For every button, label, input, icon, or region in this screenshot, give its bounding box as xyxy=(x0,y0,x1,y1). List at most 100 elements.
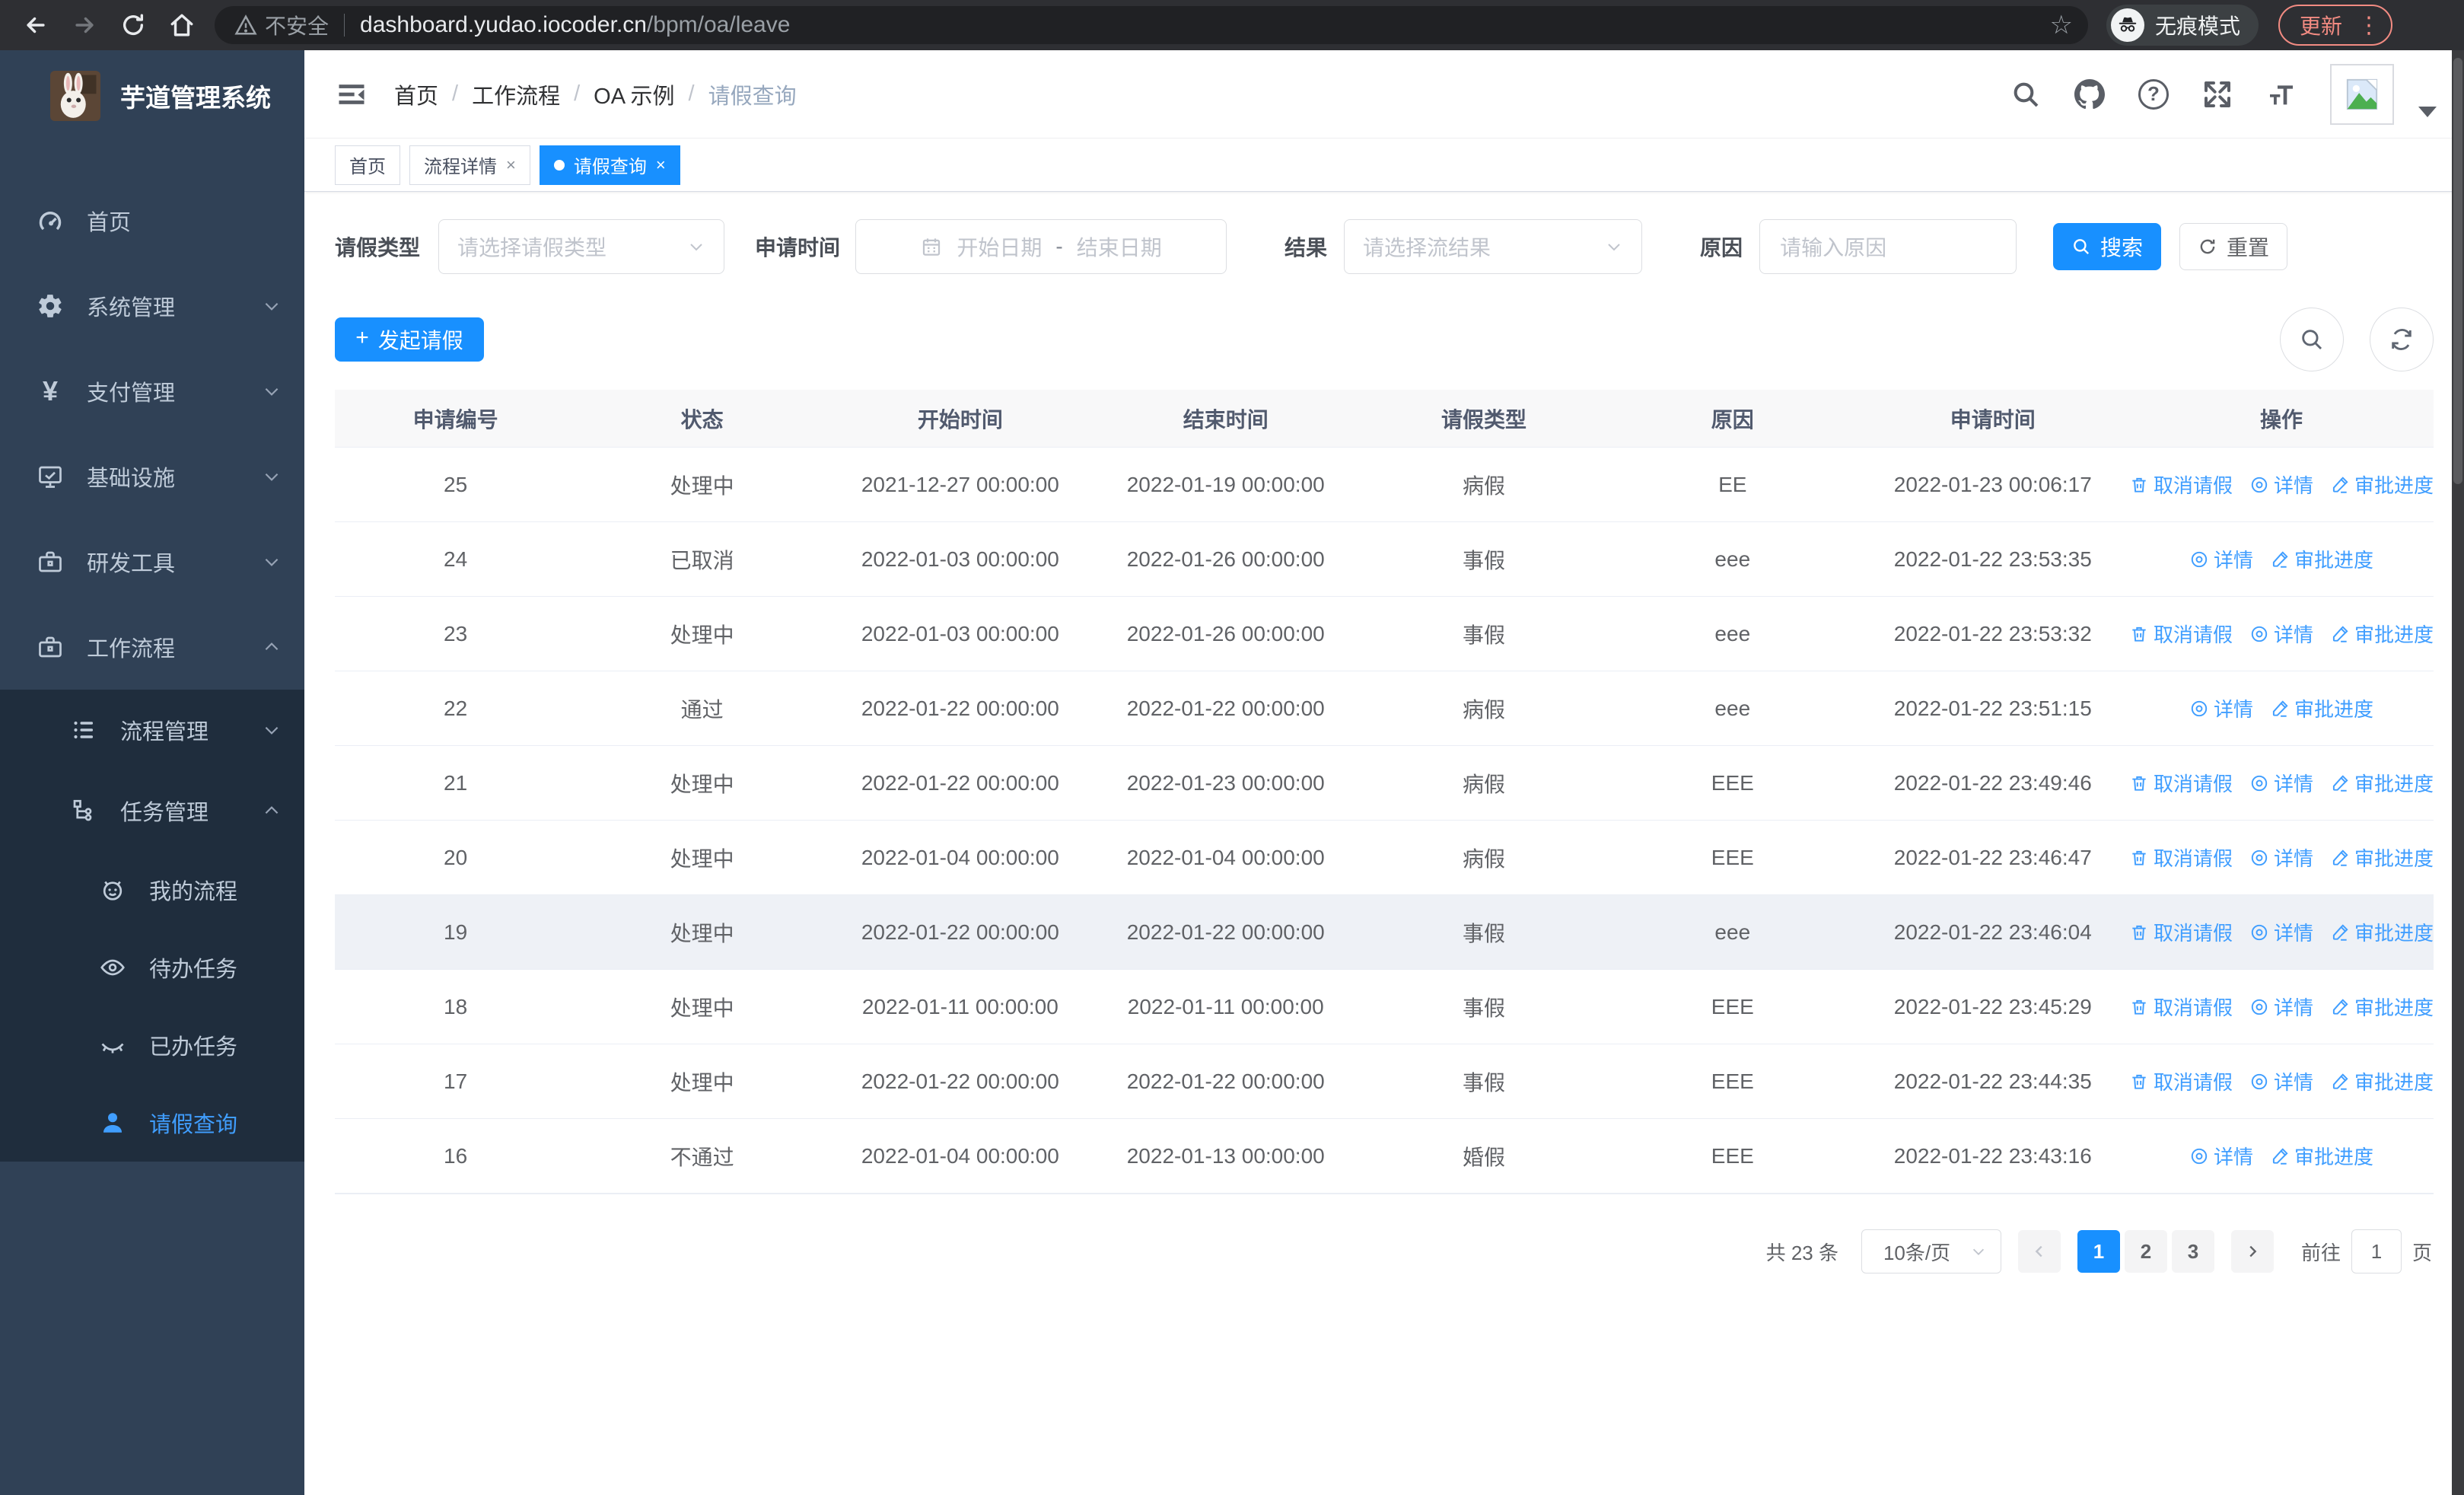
create-leave-button[interactable]: + 发起请假 xyxy=(335,317,484,362)
leave-type-select[interactable]: 请选择请假类型 xyxy=(438,219,725,274)
detail-action-link[interactable]: 详情 xyxy=(2249,1067,2313,1095)
detail-action-link[interactable]: 详情 xyxy=(2249,993,2313,1021)
tab-home[interactable]: 首页 xyxy=(335,145,400,185)
sidebar-item-workflow[interactable]: 工作流程 xyxy=(0,604,304,690)
close-icon[interactable]: × xyxy=(506,155,516,175)
scrollbar-thumb[interactable] xyxy=(2453,58,2462,484)
table-cell: 2022-01-11 00:00:00 xyxy=(1127,994,1324,1018)
workflow-submenu: 流程管理 任务管理 我的流程 待办任务 已办任务 请假查询 xyxy=(0,690,304,1162)
sidebar-item-process-mgmt[interactable]: 流程管理 xyxy=(0,690,304,770)
progress-action-link[interactable]: 审批进度 xyxy=(2330,470,2434,499)
table-cell: 2022-01-19 00:00:00 xyxy=(1126,472,1325,496)
close-icon[interactable]: × xyxy=(656,155,666,175)
chevron-down-icon[interactable] xyxy=(2418,106,2437,117)
breadcrumb-oa[interactable]: OA 示例 xyxy=(594,78,674,110)
table-cell: 处理中 xyxy=(670,623,734,647)
detail-action-link[interactable]: 详情 xyxy=(2249,620,2313,648)
fullscreen-icon[interactable] xyxy=(2202,79,2233,110)
tab-leave-query[interactable]: 请假查询 × xyxy=(539,145,680,185)
cancel-action-link[interactable]: 取消请假 xyxy=(2129,843,2233,872)
trash-icon xyxy=(2132,999,2146,1015)
cancel-action-link[interactable]: 取消请假 xyxy=(2129,918,2233,946)
sidebar-toggle-icon[interactable] xyxy=(335,78,368,111)
sidebar-item-pay[interactable]: ¥ 支付管理 xyxy=(0,349,304,434)
cancel-action-link[interactable]: 取消请假 xyxy=(2129,470,2233,499)
progress-action-link[interactable]: 审批进度 xyxy=(2330,993,2434,1021)
detail-action-link[interactable]: 详情 xyxy=(2249,843,2313,872)
breadcrumb-home[interactable]: 首页 xyxy=(394,78,438,110)
progress-action-link[interactable]: 审批进度 xyxy=(2270,694,2373,722)
cancel-action-link[interactable]: 取消请假 xyxy=(2129,769,2233,797)
prev-page-button[interactable] xyxy=(2017,1230,2061,1273)
progress-action-link[interactable]: 审批进度 xyxy=(2330,1067,2434,1095)
sidebar-item-infra[interactable]: 基础设施 xyxy=(0,434,304,519)
detail-action-link[interactable]: 详情 xyxy=(2189,545,2253,573)
table-row: 16 不通过 2022-01-04 00:00:00 2022-01-13 00:00… xyxy=(335,1119,2434,1194)
breadcrumb-workflow[interactable]: 工作流程 xyxy=(472,78,560,110)
sidebar-item-done-tasks[interactable]: 已办任务 xyxy=(0,1006,304,1084)
detail-action-link[interactable]: 详情 xyxy=(2249,470,2313,499)
browser-reload-button[interactable] xyxy=(111,3,155,47)
sidebar-item-my-process[interactable]: 我的流程 xyxy=(0,851,304,929)
pagination-goto: 前往 1 页 xyxy=(2301,1229,2432,1273)
browser-menu-dots-icon[interactable]: ⋮ xyxy=(2357,12,2380,39)
table-row: 19 处理中 2022-01-22 00:00:00 2022-01-22 00:00… xyxy=(335,895,2434,970)
page-button-2[interactable]: 2 xyxy=(2124,1230,2167,1273)
progress-action-link[interactable]: 审批进度 xyxy=(2330,843,2434,872)
goto-page-input[interactable]: 1 xyxy=(2351,1229,2402,1273)
sidebar-item-home[interactable]: 首页 xyxy=(0,178,304,263)
address-bar[interactable]: 不安全 dashboard.yudao.iocoder.cn/bpm/oa/le… xyxy=(215,6,2088,44)
progress-action-link[interactable]: 审批进度 xyxy=(2330,769,2434,797)
help-icon[interactable]: ? xyxy=(2138,78,2169,110)
table-cell: eee xyxy=(1714,920,1751,944)
avatar[interactable] xyxy=(2330,63,2394,125)
table-cell: EEE xyxy=(1711,994,1754,1018)
progress-action-link[interactable]: 审批进度 xyxy=(2270,1142,2373,1170)
cancel-action-link[interactable]: 取消请假 xyxy=(2129,993,2233,1021)
cancel-action-link[interactable]: 取消请假 xyxy=(2129,1067,2233,1095)
view-icon xyxy=(2251,477,2268,492)
search-icon[interactable] xyxy=(2010,79,2041,110)
site-security-warning[interactable]: 不安全 xyxy=(234,10,329,40)
detail-action-link[interactable]: 详情 xyxy=(2189,1142,2253,1170)
browser-update-button[interactable]: 更新 ⋮ xyxy=(2278,5,2393,46)
refresh-table-button[interactable] xyxy=(2370,308,2434,371)
page-button-3[interactable]: 3 xyxy=(2171,1230,2214,1273)
browser-home-button[interactable] xyxy=(160,3,204,47)
sidebar-item-system[interactable]: 系统管理 xyxy=(0,263,304,349)
table-cell: 2022-01-22 23:51:15 xyxy=(1893,696,2092,720)
sidebar-item-todo-tasks[interactable]: 待办任务 xyxy=(0,929,304,1006)
bookmark-star-icon[interactable]: ☆ xyxy=(2050,10,2073,40)
chevron-down-icon xyxy=(1970,1243,1987,1260)
browser-forward-button[interactable] xyxy=(62,3,107,47)
detail-action-link[interactable]: 详情 xyxy=(2249,918,2313,946)
table-cell: 2022-01-11 00:00:00 xyxy=(861,994,1059,1018)
search-button[interactable]: 搜索 xyxy=(2053,223,2162,270)
result-select[interactable]: 请选择流结果 xyxy=(1344,219,1643,274)
table-cell: 2022-01-22 23:44:35 xyxy=(1893,1069,2092,1093)
progress-action-link[interactable]: 审批进度 xyxy=(2330,620,2434,648)
table-cell: 病假 xyxy=(1462,697,1505,722)
reset-button[interactable]: 重置 xyxy=(2179,223,2288,270)
cancel-action-link[interactable]: 取消请假 xyxy=(2129,620,2233,648)
toggle-search-button[interactable] xyxy=(2280,308,2344,371)
sidebar-item-devtools[interactable]: 研发工具 xyxy=(0,519,304,604)
next-page-button[interactable] xyxy=(2230,1230,2274,1273)
progress-action-link[interactable]: 审批进度 xyxy=(2270,545,2373,573)
tab-process-detail[interactable]: 流程详情 × xyxy=(409,145,530,185)
font-size-icon[interactable] xyxy=(2266,79,2297,110)
sidebar-item-task-mgmt[interactable]: 任务管理 xyxy=(0,770,304,851)
detail-action-link[interactable]: 详情 xyxy=(2189,694,2253,722)
browser-back-button[interactable] xyxy=(14,3,58,47)
sidebar-item-leave-query[interactable]: 请假查询 xyxy=(0,1084,304,1162)
page-size-select[interactable]: 10条/页 xyxy=(1861,1229,2001,1273)
chevron-down-icon xyxy=(262,296,282,316)
browser-scrollbar[interactable] xyxy=(2452,50,2464,1495)
progress-action-link[interactable]: 审批进度 xyxy=(2330,918,2434,946)
apply-time-range-picker[interactable]: 开始日期 - 结束日期 xyxy=(855,219,1227,274)
github-icon[interactable] xyxy=(2074,78,2105,110)
reason-input[interactable]: 请输入原因 xyxy=(1759,219,2017,274)
table-body: 25 处理中 2021-12-27 00:00:00 2022-01-19 00:00… xyxy=(335,448,2434,1194)
detail-action-link[interactable]: 详情 xyxy=(2249,769,2313,797)
page-button-1[interactable]: 1 xyxy=(2077,1230,2120,1273)
